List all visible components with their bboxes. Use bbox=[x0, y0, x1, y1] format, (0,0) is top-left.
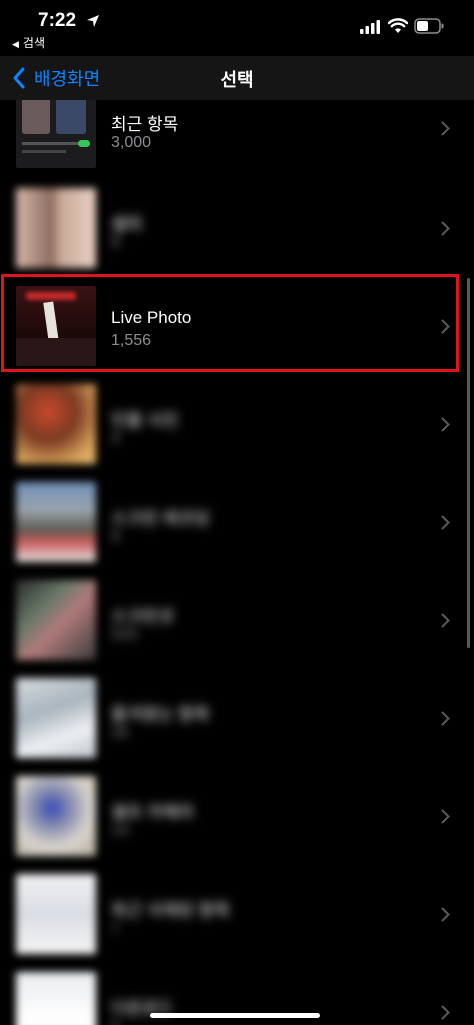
status-bar: 7:22 ◀ 검색 bbox=[0, 0, 474, 56]
wifi-icon bbox=[388, 18, 408, 33]
album-thumbnail bbox=[16, 188, 96, 268]
album-row-screenshots[interactable]: 스크린샷 520 bbox=[0, 572, 474, 670]
chevron-right-icon bbox=[441, 221, 450, 236]
album-thumbnail bbox=[16, 776, 96, 856]
album-count: 7 bbox=[111, 920, 120, 937]
album-title: 즐겨찾는 항목 bbox=[111, 705, 210, 724]
album-count: 8 bbox=[111, 234, 120, 251]
album-title: 스크린샷 bbox=[111, 607, 174, 626]
album-title: 인물 사진 bbox=[111, 411, 179, 430]
album-title: 셀프 카메라 bbox=[111, 803, 194, 822]
album-count: 520 bbox=[111, 626, 138, 643]
chevron-right-icon bbox=[441, 121, 450, 136]
album-count: 1,556 bbox=[111, 332, 152, 349]
album-row-favorites[interactable]: 즐겨찾는 항목 26 bbox=[0, 670, 474, 768]
chevron-right-icon bbox=[441, 417, 450, 432]
album-row-portrait[interactable]: 인물 사진 4 bbox=[0, 376, 474, 474]
album-thumbnail bbox=[16, 678, 96, 758]
album-thumbnail bbox=[16, 972, 96, 1025]
chevron-right-icon bbox=[441, 907, 450, 922]
album-thumbnail bbox=[16, 482, 96, 562]
page-title: 선택 bbox=[220, 70, 254, 90]
album-row-recents[interactable]: 최근 항목 3,000 bbox=[0, 100, 474, 178]
album-count: 5 bbox=[111, 1018, 120, 1025]
cellular-signal-icon bbox=[360, 20, 380, 34]
album-row-screen-recordings[interactable]: 스크린 레코딩 9 bbox=[0, 474, 474, 572]
scrollbar[interactable] bbox=[467, 278, 470, 648]
album-count: 26 bbox=[111, 724, 129, 741]
album-row-selfie-camera[interactable]: 셀프 카메라 14 bbox=[0, 768, 474, 866]
battery-icon bbox=[414, 18, 444, 34]
chevron-right-icon bbox=[441, 1005, 450, 1020]
chevron-right-icon bbox=[441, 613, 450, 628]
album-list: 최근 항목 3,000 셀피 8 Live Photo 1,556 인물 사진 … bbox=[0, 100, 474, 1025]
album-row-recently-deleted[interactable]: 최근 삭제된 항목 7 bbox=[0, 866, 474, 964]
chevron-right-icon bbox=[441, 319, 450, 334]
album-thumbnail bbox=[16, 874, 96, 954]
location-arrow-icon bbox=[87, 15, 99, 27]
album-title: Live Photo bbox=[111, 308, 192, 327]
chevron-right-icon bbox=[441, 711, 450, 726]
back-triangle-icon: ◀ bbox=[12, 39, 19, 49]
chevron-right-icon bbox=[441, 809, 450, 824]
navigation-bar: 배경화면 선택 bbox=[0, 56, 474, 100]
album-title: 최근 삭제된 항목 bbox=[111, 901, 230, 920]
album-count: 3,000 bbox=[111, 134, 152, 151]
status-time: 7:22 bbox=[38, 10, 77, 31]
back-app-label: 검색 bbox=[22, 36, 46, 50]
album-thumbnail bbox=[16, 580, 96, 660]
album-row-live-photo[interactable]: Live Photo 1,556 bbox=[0, 278, 474, 376]
album-count: 14 bbox=[111, 822, 129, 839]
album-title: 최근 항목 bbox=[111, 115, 179, 134]
back-to-app-link[interactable]: ◀ 검색 bbox=[12, 34, 45, 51]
album-count: 4 bbox=[111, 430, 120, 447]
album-row-selfies[interactable]: 셀피 8 bbox=[0, 180, 474, 278]
album-thumbnail bbox=[16, 100, 96, 168]
album-title: 셀피 bbox=[111, 215, 143, 234]
album-thumbnail bbox=[16, 286, 96, 366]
home-indicator[interactable] bbox=[150, 1013, 320, 1018]
album-thumbnail bbox=[16, 384, 96, 464]
chevron-right-icon bbox=[441, 515, 450, 530]
album-title: 스크린 레코딩 bbox=[111, 509, 210, 528]
album-count: 9 bbox=[111, 528, 120, 545]
